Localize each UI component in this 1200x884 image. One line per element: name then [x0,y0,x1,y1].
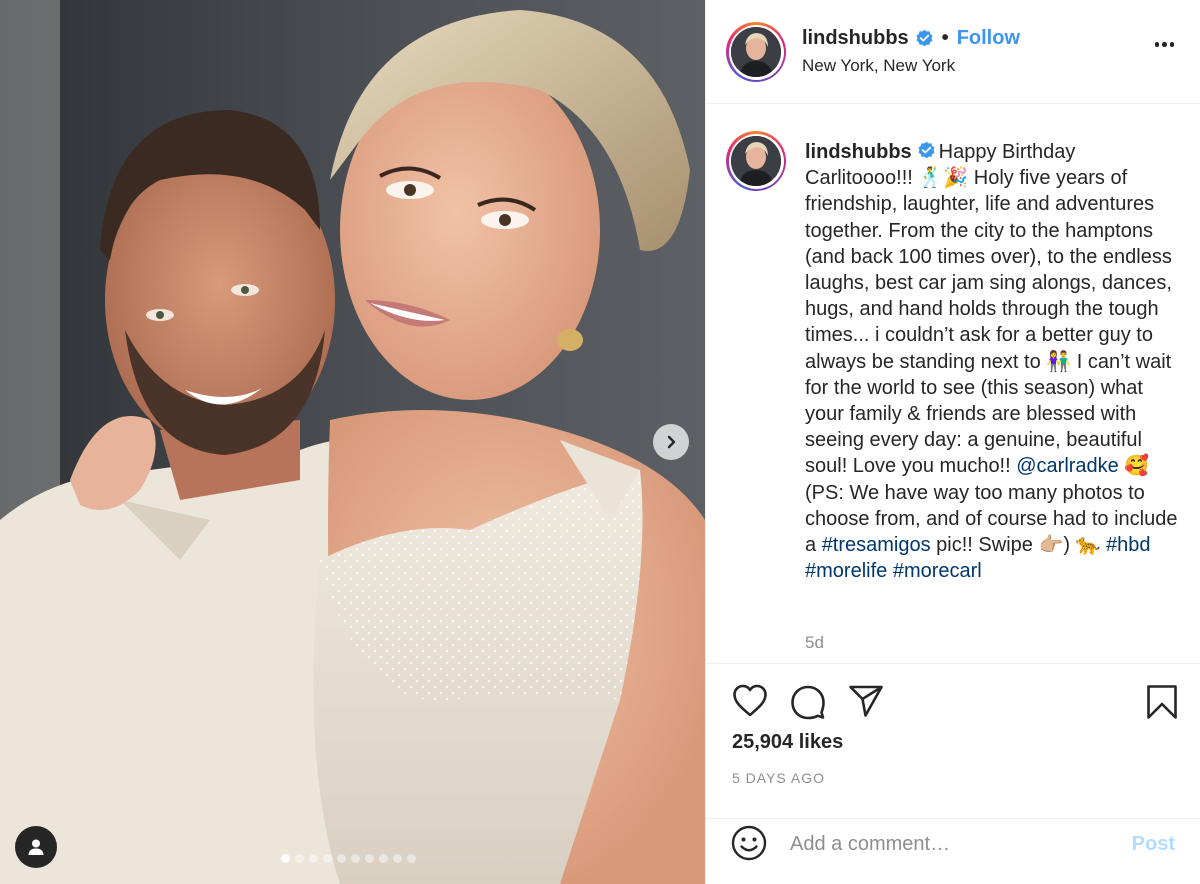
hashtag-link[interactable]: #morecarl [893,560,982,582]
post-side-panel: lindshubbs • Follow New York, New York l… [705,0,1200,884]
post-photo[interactable] [0,0,705,884]
carousel-dot [309,854,318,863]
caption-section: lindshubbs Happy Birthday Carlitoooo!!! 🕺… [706,104,1200,664]
carousel-dot [379,854,388,863]
avatar [731,27,781,77]
comment-icon[interactable] [790,684,826,720]
hashtag-link[interactable]: #hbd [1106,534,1151,556]
tagged-users-button[interactable] [15,826,57,868]
verified-badge-icon [918,141,935,159]
carousel-dot [393,854,402,863]
caption-body: Happy Birthday Carlitoooo!!! 🕺🎉 Holy fiv… [805,141,1172,478]
avatar [731,136,781,186]
header-username[interactable]: lindshubbs [802,27,909,50]
carousel-dot [337,854,346,863]
verified-badge-icon [916,29,933,47]
photo-image [0,0,705,884]
caption-body: pic!! Swipe 👉🏼) 🐆 [930,534,1107,557]
hashtag-link[interactable]: #morelife [805,560,887,582]
emoji-icon[interactable] [731,825,767,861]
post-comment-button[interactable]: Post [1132,833,1175,856]
share-icon[interactable] [848,684,884,718]
carousel-dot [351,854,360,863]
post-header: lindshubbs • Follow New York, New York [706,0,1200,104]
caption-username[interactable]: lindshubbs [805,141,912,163]
caption-timestamp[interactable]: 5d [805,633,824,653]
separator-dot: • [941,27,949,49]
more-options-button[interactable] [1154,42,1174,47]
carousel-dot [365,854,374,863]
user-tag-icon [28,839,44,855]
story-avatar[interactable] [726,22,786,82]
caption-avatar[interactable] [726,131,786,191]
more-icon [1154,42,1159,47]
mention-link[interactable]: @carlradke [1016,455,1119,477]
post-actions: 25,904 likes 5 DAYS AGO [706,664,1200,819]
carousel-dot [323,854,332,863]
carousel-dot [295,854,304,863]
bookmark-icon[interactable] [1146,684,1178,720]
follow-button[interactable]: Follow [957,27,1020,50]
post-timestamp[interactable]: 5 DAYS AGO [732,770,825,786]
hashtag-link[interactable]: #tresamigos [822,534,931,556]
likes-count[interactable]: 25,904 likes [732,731,843,754]
carousel-dot [407,854,416,863]
carousel-dot [281,854,290,863]
location-link[interactable]: New York, New York [802,56,955,76]
header-username-row: lindshubbs • Follow [802,27,1020,50]
caption-text: lindshubbs Happy Birthday Carlitoooo!!! 🕺… [805,139,1185,584]
comment-input[interactable] [790,831,1110,857]
carousel-next-button[interactable] [653,424,689,460]
comment-form: Post [706,819,1200,884]
carousel-indicators [281,854,416,863]
chevron-right-icon [667,435,676,449]
heart-icon[interactable] [732,684,768,718]
